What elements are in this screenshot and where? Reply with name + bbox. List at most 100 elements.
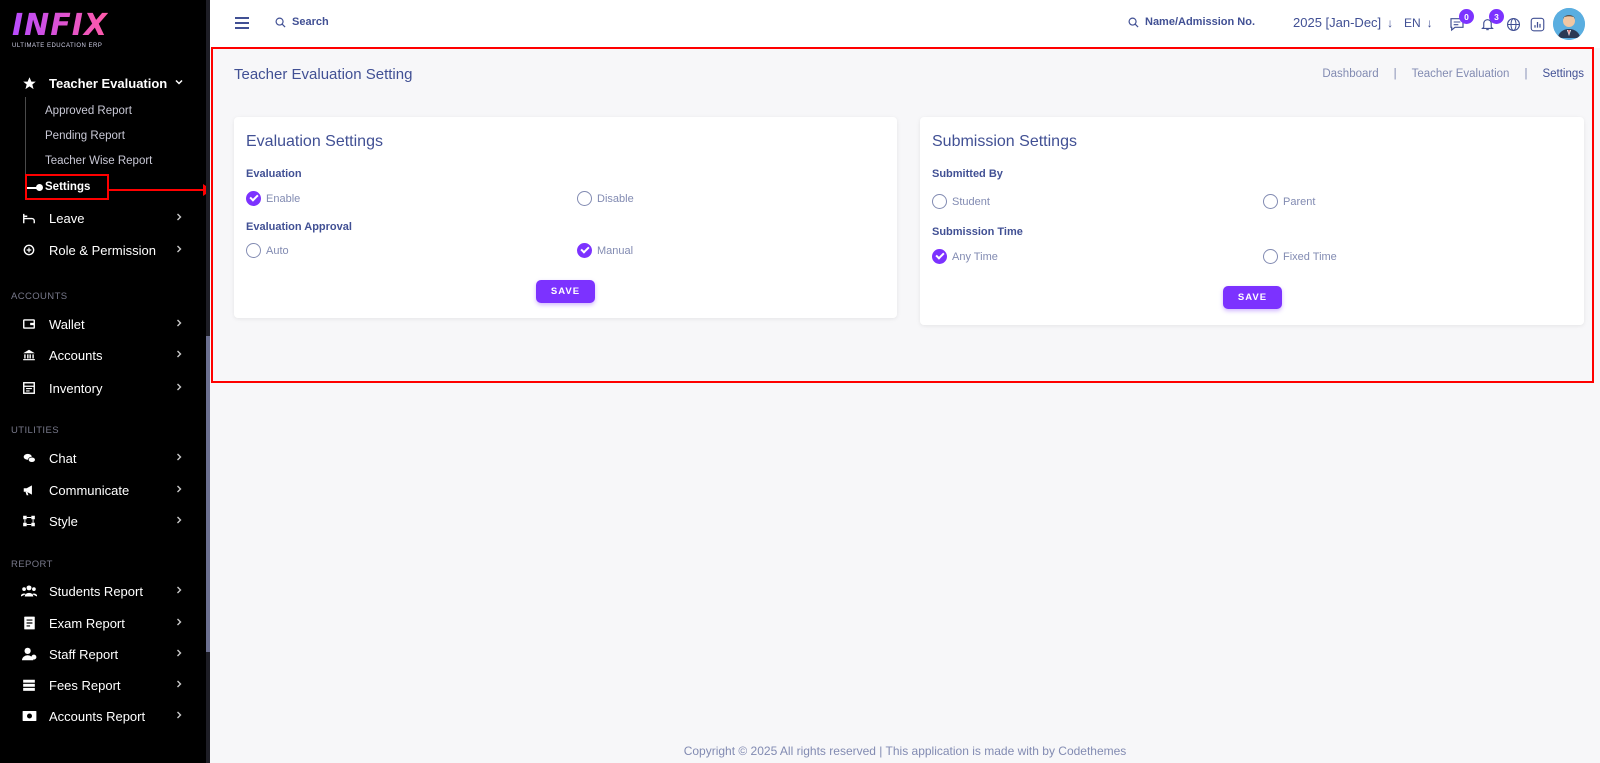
sidebar-item-chat[interactable]: Chat: [0, 445, 200, 471]
sidebar-item-style[interactable]: Style: [0, 508, 200, 534]
chevron-right-icon: [174, 382, 184, 395]
arrow-down-icon: ↓: [1426, 16, 1433, 30]
sidebar-item-exam-report[interactable]: Exam Report: [0, 610, 200, 636]
breadcrumb-separator: |: [1393, 68, 1397, 80]
search-input[interactable]: Search: [292, 16, 329, 28]
hamburger-menu-icon[interactable]: [235, 17, 249, 32]
sidebar: INFIX ULTIMATE EDUCATION ERP Teacher Eva…: [0, 0, 210, 763]
chevron-right-icon: [174, 617, 184, 630]
sidebar-item-label: Communicate: [49, 482, 130, 498]
approval-auto-radio[interactable]: Auto: [246, 243, 289, 258]
section-title-accounts: ACCOUNTS: [11, 291, 68, 302]
notifications-bell-icon[interactable]: 3: [1478, 9, 1504, 33]
app-logo[interactable]: INFIX ULTIMATE EDUCATION ERP: [12, 8, 109, 50]
sidebar-subitem-approved-report[interactable]: Approved Report: [45, 105, 132, 117]
sidebar-item-label: Inventory: [49, 380, 103, 396]
sidebar-subitem-pending-report[interactable]: Pending Report: [45, 130, 125, 142]
language-value: EN: [1404, 16, 1421, 30]
chevron-right-icon: [174, 484, 184, 497]
megaphone-icon: [21, 482, 37, 498]
sidebar-item-label: Students Report: [49, 583, 143, 599]
radio-unchecked-icon: [932, 194, 947, 209]
radio-label: Auto: [266, 244, 289, 257]
sidebar-item-label: Style: [49, 513, 78, 529]
sidebar-item-wallet[interactable]: Wallet: [0, 311, 200, 337]
evaluation-approval-label: Evaluation Approval: [246, 221, 352, 233]
radio-unchecked-icon: [1263, 249, 1278, 264]
inventory-icon: [21, 380, 37, 396]
user-avatar[interactable]: [1553, 8, 1585, 40]
globe-icon[interactable]: [1504, 15, 1522, 33]
breadcrumb-teacher-evaluation[interactable]: Teacher Evaluation: [1412, 68, 1510, 80]
sidebar-item-label: Wallet: [49, 316, 85, 332]
sidebar-item-leave[interactable]: Leave: [0, 205, 200, 231]
top-header: Search Name/Admission No. 2025 [Jan-Dec]…: [210, 0, 1600, 48]
sidebar-item-students-report[interactable]: Students Report: [0, 578, 200, 604]
section-title-report: REPORT: [11, 559, 53, 570]
evaluation-label: Evaluation: [246, 168, 302, 180]
radio-label: Student: [952, 195, 990, 208]
radio-label: Disable: [597, 192, 634, 205]
approval-manual-radio[interactable]: Manual: [577, 243, 633, 258]
chevron-right-icon: [174, 648, 184, 661]
sidebar-item-staff-report[interactable]: Staff Report: [0, 641, 200, 667]
card-title: Evaluation Settings: [246, 133, 383, 150]
sidebar-item-label: Staff Report: [49, 646, 119, 662]
sidebar-item-accounts[interactable]: Accounts: [0, 342, 200, 368]
chevron-right-icon: [174, 318, 184, 331]
annotation-highlight-settings: [25, 174, 109, 200]
sidebar-item-role-permission[interactable]: Role & Permission: [0, 237, 200, 263]
page-footer: Copyright © 2025 All rights reserved | T…: [683, 744, 1127, 758]
bank-icon: [21, 347, 37, 363]
sidebar-item-label: Exam Report: [49, 615, 125, 631]
sidebar-item-fees-report[interactable]: Fees Report: [0, 672, 200, 698]
star-icon: [21, 75, 37, 91]
evaluation-save-button[interactable]: SAVE: [536, 280, 595, 303]
chat-icon: [21, 450, 37, 466]
breadcrumb-separator: |: [1524, 68, 1528, 80]
notifications-badge: 3: [1489, 9, 1504, 24]
exam-icon: [21, 615, 37, 631]
evaluation-disable-radio[interactable]: Disable: [577, 191, 634, 206]
search-box[interactable]: Search: [275, 16, 329, 28]
breadcrumb-dashboard[interactable]: Dashboard: [1322, 68, 1378, 80]
accounts-report-icon: [21, 708, 37, 724]
search-icon: [275, 17, 286, 28]
language-select[interactable]: EN ↓: [1404, 16, 1433, 30]
evaluation-enable-radio[interactable]: Enable: [246, 191, 300, 206]
admission-search-box[interactable]: Name/Admission No.: [1128, 16, 1255, 28]
submission-fixed-time-radio[interactable]: Fixed Time: [1263, 249, 1337, 264]
sidebar-item-teacher-evaluation[interactable]: Teacher Evaluation: [0, 70, 200, 96]
sidebar-item-accounts-report[interactable]: Accounts Report: [0, 703, 200, 729]
submitted-by-student-radio[interactable]: Student: [932, 194, 990, 209]
style-icon: [21, 513, 37, 529]
submission-save-button[interactable]: SAVE: [1223, 286, 1282, 309]
submission-settings-card: Submission Settings Submitted By Student…: [920, 117, 1584, 325]
messages-icon[interactable]: 0: [1448, 9, 1474, 33]
chevron-right-icon: [174, 244, 184, 257]
role-icon: [21, 242, 37, 258]
sidebar-scrollbar-thumb[interactable]: [206, 336, 210, 652]
submitted-by-parent-radio[interactable]: Parent: [1263, 194, 1315, 209]
submission-time-label: Submission Time: [932, 226, 1023, 238]
sidebar-item-inventory[interactable]: Inventory: [0, 375, 200, 401]
radio-checked-icon: [246, 191, 261, 206]
admission-search-input[interactable]: Name/Admission No.: [1145, 16, 1255, 28]
radio-label: Parent: [1283, 195, 1316, 208]
radio-label: Manual: [597, 244, 634, 257]
sidebar-item-label: Role & Permission: [49, 242, 156, 258]
logo-word: INFIX: [12, 8, 109, 43]
chevron-right-icon: [174, 710, 184, 723]
radio-unchecked-icon: [246, 243, 261, 258]
academic-year-select[interactable]: 2025 [Jan-Dec] ↓: [1293, 15, 1393, 30]
sidebar-item-communicate[interactable]: Communicate: [0, 477, 200, 503]
sidebar-item-label: Fees Report: [49, 677, 121, 693]
wallet-icon: [21, 316, 37, 332]
annotation-arrow: [109, 189, 204, 191]
sidebar-subitem-teacher-wise-report[interactable]: Teacher Wise Report: [45, 155, 152, 167]
radio-unchecked-icon: [1263, 194, 1278, 209]
radio-label: Any Time: [952, 250, 998, 263]
submission-any-time-radio[interactable]: Any Time: [932, 249, 998, 264]
breadcrumb: Dashboard | Teacher Evaluation | Setting…: [1322, 68, 1584, 80]
analytics-icon[interactable]: [1528, 15, 1546, 33]
